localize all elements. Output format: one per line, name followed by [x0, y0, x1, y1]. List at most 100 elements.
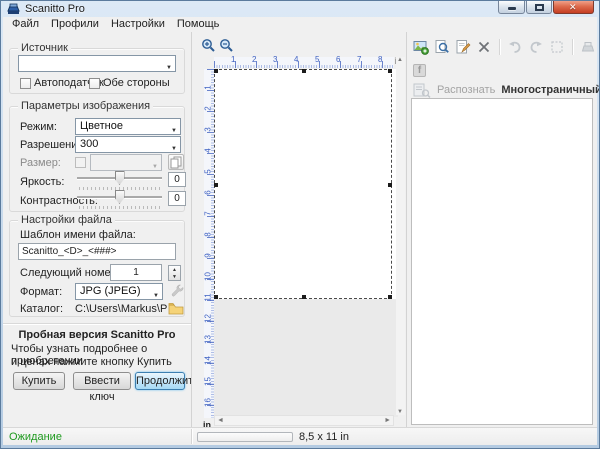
- close-icon: ✕: [569, 2, 577, 13]
- selection-handle[interactable]: [388, 183, 392, 187]
- both-sides-label: Обе стороны: [103, 77, 170, 89]
- wrench-icon: [170, 283, 184, 297]
- spinner-down-icon[interactable]: ▼: [172, 274, 177, 280]
- buy-button[interactable]: Купить: [13, 372, 65, 390]
- next-number-spinner[interactable]: ▲ ▼: [168, 265, 181, 281]
- close-button[interactable]: ✕: [553, 1, 594, 14]
- ruler-number: 7: [357, 55, 361, 64]
- horizontal-scrollbar[interactable]: ◄ ►: [214, 415, 394, 426]
- preview-panel: 12345678 in 12345678910111213141516 in: [191, 32, 407, 427]
- pages-toolbar: E: [413, 38, 600, 56]
- selection-handle[interactable]: [214, 69, 218, 73]
- menu-item[interactable]: Файл: [6, 17, 45, 32]
- selection-handle[interactable]: [388, 69, 392, 73]
- contrast-slider[interactable]: [77, 190, 162, 210]
- ruler-number: 5: [204, 165, 213, 179]
- add-scan-icon[interactable]: [413, 39, 429, 55]
- ruler-number: 6: [204, 186, 213, 200]
- ocr-button[interactable]: Распознать: [437, 84, 495, 96]
- maximize-button[interactable]: [526, 1, 552, 14]
- selection-handle[interactable]: [214, 295, 218, 299]
- format-combobox[interactable]: JPG (JPEG) ▼: [75, 283, 163, 300]
- selection-handle[interactable]: [214, 183, 218, 187]
- brightness-slider[interactable]: [77, 171, 162, 191]
- selection-handle[interactable]: [388, 295, 392, 299]
- size-checkbox[interactable]: [75, 157, 86, 168]
- enter-key-button[interactable]: Ввести ключ: [73, 372, 131, 390]
- selection-handle[interactable]: [302, 69, 306, 73]
- slider-thumb[interactable]: [115, 171, 125, 185]
- ruler-number: 2: [204, 102, 213, 116]
- folder-path: C:\Users\Markus\Pictures\Sca: [75, 303, 167, 315]
- mode-combobox[interactable]: Цветное ▼: [75, 118, 181, 135]
- mode-label: Режим:: [20, 121, 57, 133]
- print-icon[interactable]: [580, 39, 596, 55]
- deselect-icon[interactable]: [549, 39, 565, 55]
- ruler-number: 6: [336, 55, 340, 64]
- pages-list[interactable]: [411, 98, 593, 425]
- status-text: Ожидание: [9, 431, 62, 443]
- chevron-down-icon: ▼: [166, 61, 172, 72]
- menu-item[interactable]: Профили: [45, 17, 105, 32]
- ocr-icon[interactable]: [413, 83, 431, 98]
- redo-icon[interactable]: [528, 39, 544, 55]
- trial-line2: и ценах нажмите кнопку Купить: [11, 356, 172, 368]
- folder-label: Каталог:: [20, 303, 63, 315]
- size-combobox[interactable]: ▼: [90, 154, 162, 171]
- selection-handle[interactable]: [302, 295, 306, 299]
- resolution-combobox[interactable]: 300 ▼: [75, 136, 181, 153]
- custom-size-button[interactable]: [168, 154, 184, 170]
- scan-selection[interactable]: [214, 69, 392, 299]
- chevron-down-icon: ▼: [153, 289, 159, 300]
- scroll-right-icon[interactable]: ►: [384, 417, 391, 424]
- menu-item[interactable]: Настройки: [105, 17, 171, 32]
- facebook-icon[interactable]: f: [413, 64, 426, 77]
- toolbar-separator: [499, 39, 500, 55]
- scroll-left-icon[interactable]: ◄: [217, 417, 224, 424]
- page-size-text: 8,5 x 11 in: [299, 431, 349, 443]
- file-settings-title: Настройки файла: [18, 214, 115, 226]
- ruler-number: 8: [204, 228, 213, 242]
- custom-size-icon: [169, 155, 183, 169]
- menu-bar: ФайлПрофилиНастройкиПомощь: [3, 17, 597, 32]
- view-page-icon[interactable]: [434, 39, 450, 55]
- scroll-up-icon[interactable]: ▲: [397, 57, 403, 63]
- spinner-up-icon[interactable]: ▲: [172, 267, 177, 273]
- scroll-down-icon[interactable]: ▼: [397, 409, 403, 415]
- chevron-down-icon: ▼: [171, 124, 177, 135]
- undo-icon[interactable]: [507, 39, 523, 55]
- zoom-in-icon[interactable]: [201, 38, 216, 53]
- edit-page-icon[interactable]: [455, 39, 471, 55]
- slider-thumb[interactable]: [115, 190, 125, 204]
- preview-canvas[interactable]: [214, 69, 398, 417]
- minimize-button[interactable]: [498, 1, 525, 14]
- template-input[interactable]: [18, 243, 176, 260]
- ruler-number: 12: [204, 312, 213, 326]
- file-settings-group: Настройки файла Шаблон имени файла: След…: [9, 220, 185, 317]
- ruler-number: 1: [204, 81, 213, 95]
- title-bar[interactable]: Scanitto Pro ✕: [1, 1, 599, 17]
- ruler-number: 10: [204, 270, 213, 284]
- next-number-input[interactable]: [110, 264, 162, 281]
- vertical-scrollbar[interactable]: ▲ ▼: [396, 57, 405, 415]
- autofeeder-checkbox[interactable]: [20, 78, 31, 89]
- ruler-number: 15: [204, 375, 213, 389]
- multipage-dropdown[interactable]: Многостраничный▼: [501, 84, 600, 96]
- folder-icon[interactable]: [168, 302, 184, 315]
- toolbar-separator: [572, 39, 573, 55]
- continue-button[interactable]: Продолжить: [135, 372, 185, 390]
- minimize-icon: [508, 7, 516, 10]
- ruler-number: 9: [204, 249, 213, 263]
- progress-bar: [197, 432, 293, 442]
- ocr-row: Распознать Многостраничный▼: [413, 82, 600, 98]
- maximize-icon: [535, 4, 544, 11]
- source-combobox[interactable]: ▼: [18, 55, 176, 72]
- delete-icon[interactable]: [476, 39, 492, 55]
- ruler-number: 1: [231, 55, 235, 64]
- source-group-title: Источник: [18, 42, 71, 54]
- menu-item[interactable]: Помощь: [171, 17, 226, 32]
- zoom-out-icon[interactable]: [219, 38, 234, 53]
- v-ruler: 12345678910111213141516: [204, 69, 214, 418]
- settings-panel: Источник ▼ Автоподатчик Обе стороны Пара…: [3, 32, 191, 427]
- both-sides-checkbox[interactable]: [89, 78, 100, 89]
